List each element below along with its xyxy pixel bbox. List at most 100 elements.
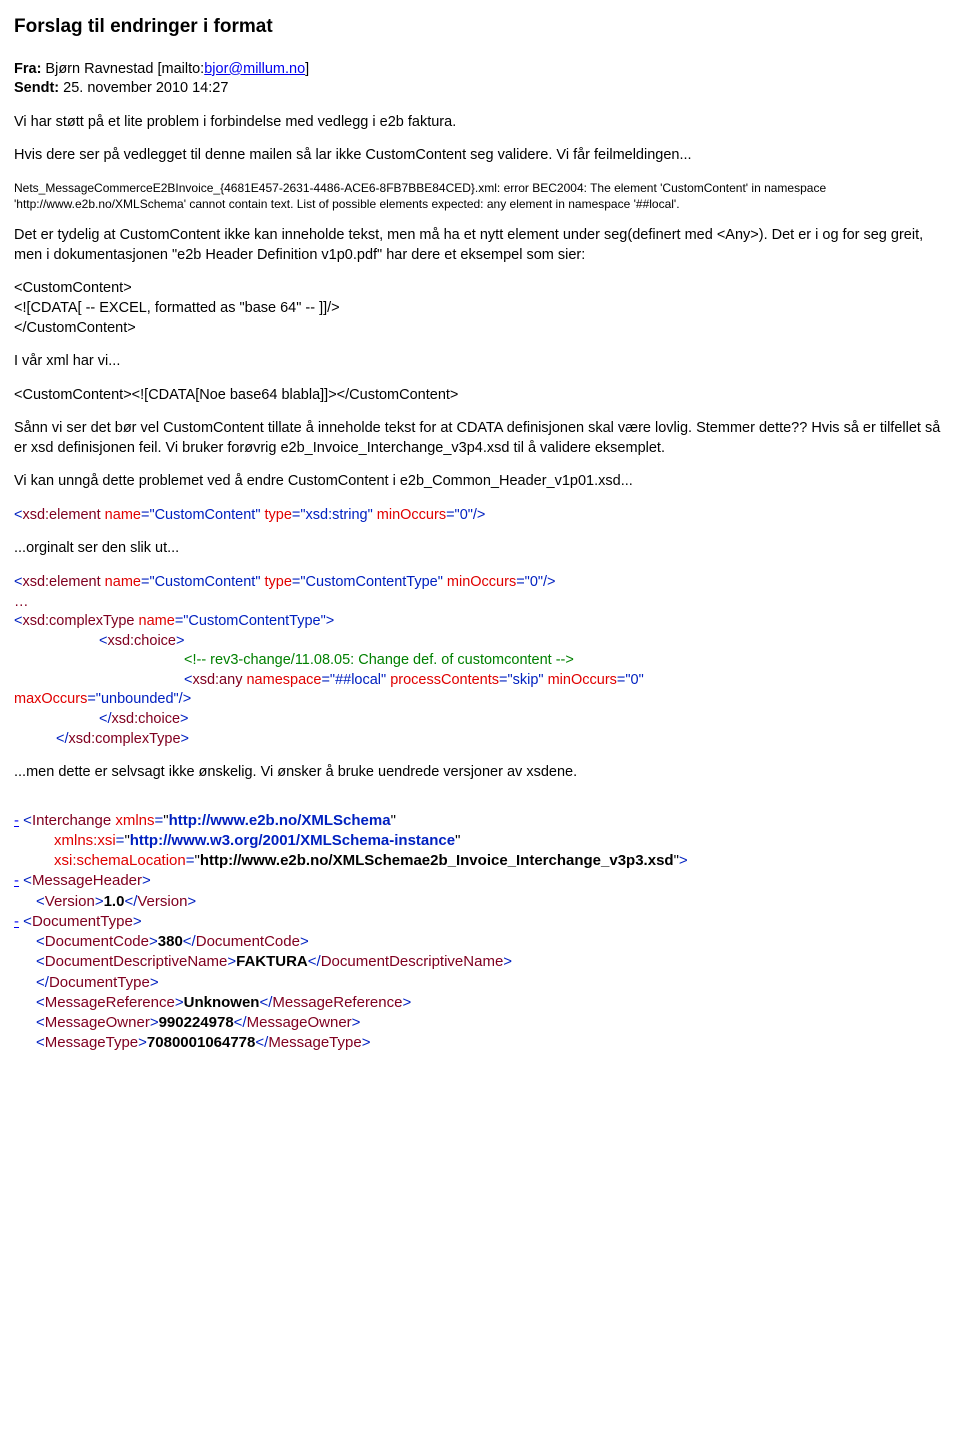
msgheader-open: - <MessageHeader> [14, 871, 952, 891]
mail-suffix: ] [305, 61, 309, 77]
collapse-toggle[interactable]: - [14, 872, 19, 889]
version-tag: Version [137, 893, 187, 910]
dots: … [14, 593, 952, 613]
xmlns-xsi: xmlns:xsi="http://www.w3.org/2001/XMLSch… [14, 831, 952, 851]
interchange-open: - <Interchange xmlns="http://www.e2b.no/… [14, 811, 952, 831]
min-val: "0" [625, 672, 643, 688]
xsi-val: http://www.w3.org/2001/XMLSchema-instanc… [130, 832, 455, 849]
xml-comment: <!-- rev3-change/11.08.05: Change def. o… [14, 651, 952, 671]
paragraph-1: Vi har støtt på et lite problem i forbin… [14, 113, 952, 133]
from-name: Bjørn Ravnestad [41, 61, 157, 77]
cc-block: <CustomContent> <![CDATA[ -- EXCEL, form… [14, 279, 952, 338]
version-val: 1.0 [104, 893, 125, 910]
msgref-tag: MessageReference [45, 994, 175, 1011]
attr-val: "0" [525, 574, 543, 590]
xmlns-val: http://www.e2b.no/XMLSchema [169, 812, 391, 829]
collapse-toggle[interactable]: - [14, 913, 19, 930]
doctype-tag: DocumentType [49, 974, 150, 991]
xmlnsxsi-attr: xmlns:xsi [54, 832, 116, 849]
doccode-val: 380 [158, 933, 183, 950]
eq: = [516, 574, 524, 590]
cc-oneline: <CustomContent><![CDATA[Noe base64 blabl… [14, 386, 952, 406]
msgowner-val: 990224978 [159, 1014, 234, 1031]
cc-open: <CustomContent> [14, 279, 952, 299]
ns-attr: namespace [242, 672, 321, 688]
cc-close: </CustomContent> [14, 319, 952, 339]
msgtype-tag: MessageType [45, 1034, 138, 1051]
pc-attr: processContents [386, 672, 499, 688]
cc-cdata: <![CDATA[ -- EXCEL, formatted as "base 6… [14, 299, 952, 319]
sent-value: 25. november 2010 14:27 [59, 80, 228, 96]
from-mail-link[interactable]: bjor@millum.no [204, 61, 305, 77]
attr-min: minOccurs [373, 507, 446, 523]
docdesc-tag: DocumentDescriptiveName [321, 953, 504, 970]
paragraph-8: ...men dette er selvsagt ikke ønskelig. … [14, 763, 952, 783]
attr-val: "CustomContent" [149, 574, 260, 590]
close: /> [543, 574, 556, 590]
msgowner-tag: MessageOwner [45, 1014, 150, 1031]
docdesc-val: FAKTURA [236, 953, 308, 970]
xmlns-attr: xmlns [111, 812, 154, 829]
interchange-tag: Interchange [32, 812, 111, 829]
schemaloc-val: http://www.e2b.no/XMLSchemae2b_Invoice_I… [200, 852, 674, 869]
paragraph-3: Det er tydelig at CustomContent ikke kan… [14, 226, 952, 265]
choice-open: <xsd:choice> [14, 632, 952, 652]
doctype-open: - <DocumentType> [14, 912, 952, 932]
ct-elem: xsd:complexType [22, 613, 134, 629]
docdesc-line: <DocumentDescriptiveName>FAKTURA</Docume… [14, 952, 952, 972]
max-val: "unbounded" [96, 691, 179, 707]
choice: xsd:choice [112, 711, 181, 727]
doctype-close: </DocumentType> [14, 973, 952, 993]
min-attr: minOccurs [544, 672, 617, 688]
xml-tree: - <Interchange xmlns="http://www.e2b.no/… [14, 811, 952, 1054]
xsd-line-1: <xsd:element name="CustomContent" type="… [14, 506, 952, 526]
msgref-tag: MessageReference [272, 994, 402, 1011]
close: /> [473, 507, 486, 523]
from-label: Fra: [14, 61, 41, 77]
docdesc-tag: DocumentDescriptiveName [45, 953, 228, 970]
sent-line: Sendt: 25. november 2010 14:27 [14, 79, 952, 99]
attr-name: name [101, 574, 141, 590]
attr-name: name [135, 613, 175, 629]
doccode-tag: DocumentCode [196, 933, 300, 950]
collapse-toggle[interactable]: - [14, 812, 19, 829]
paragraph-5: Sånn vi ser det bør vel CustomContent ti… [14, 419, 952, 458]
schemaloc-attr: xsi:schemaLocation [54, 852, 186, 869]
paragraph-6: Vi kan unngå dette problemet ved å endre… [14, 472, 952, 492]
elem: xsd:element [22, 507, 100, 523]
xsd-line-2: <xsd:element name="CustomContent" type="… [14, 573, 952, 593]
attr-min: minOccurs [443, 574, 516, 590]
msgowner-line: <MessageOwner>990224978</MessageOwner> [14, 1013, 952, 1033]
eq: = [446, 507, 454, 523]
msgtype-tag: MessageType [268, 1034, 361, 1051]
attr-type: type [260, 507, 291, 523]
attr-val: "0" [455, 507, 473, 523]
paragraph-7: ...orginalt ser den slik ut... [14, 539, 952, 559]
schema-loc: xsi:schemaLocation="http://www.e2b.no/XM… [14, 851, 952, 871]
msgowner-tag: MessageOwner [247, 1014, 352, 1031]
max-attr: maxOccurs [14, 691, 87, 707]
from-line: Fra: Bjørn Ravnestad [mailto:bjor@millum… [14, 60, 952, 80]
xsd-any: <xsd:any namespace="##local" processCont… [14, 671, 952, 691]
attr-name: name [101, 507, 141, 523]
msgheader-tag: MessageHeader [32, 872, 142, 889]
xsd-any-cont: maxOccurs="unbounded"/> [14, 690, 952, 710]
any-elem: xsd:any [192, 672, 242, 688]
sent-label: Sendt: [14, 80, 59, 96]
msgref-val: Unknowen [184, 994, 260, 1011]
version-line: <Version>1.0</Version> [14, 892, 952, 912]
ct-elem: xsd:complexType [69, 731, 181, 747]
paragraph-4: I vår xml har vi... [14, 352, 952, 372]
msgtype-line: <MessageType>7080001064778</MessageType> [14, 1033, 952, 1053]
attr-val: "CustomContentType" [300, 574, 442, 590]
version-tag: Version [45, 893, 95, 910]
paragraph-2: Hvis dere ser på vedlegget til denne mai… [14, 146, 952, 166]
attr-val: "CustomContent" [149, 507, 260, 523]
choice: xsd:choice [107, 633, 176, 649]
doccode-tag: DocumentCode [45, 933, 149, 950]
mail-prefix: [mailto: [157, 61, 204, 77]
page-title: Forslag til endringer i format [14, 14, 952, 40]
ns-val: "##local" [330, 672, 386, 688]
complextype-open: <xsd:complexType name="CustomContentType… [14, 612, 952, 632]
msgref-line: <MessageReference>Unknowen</MessageRefer… [14, 993, 952, 1013]
